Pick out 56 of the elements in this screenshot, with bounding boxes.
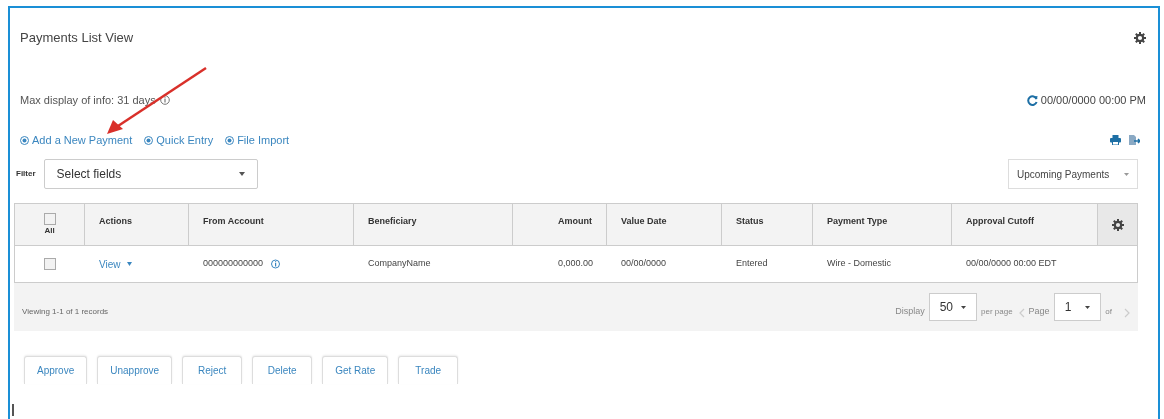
page-title: Payments List View [20, 29, 134, 48]
column-header: Beneficiary [368, 215, 417, 228]
column-settings-icon[interactable] [1111, 218, 1124, 231]
action-button[interactable]: Unapprove [97, 356, 173, 384]
column-header: Amount [558, 215, 592, 228]
action-button[interactable]: Get Rate [322, 356, 389, 384]
info-icon[interactable] [271, 259, 281, 269]
action-button[interactable]: Approve [24, 356, 88, 384]
export-icon[interactable] [1129, 135, 1140, 145]
page-select[interactable]: 1 [1053, 293, 1102, 321]
filter-select[interactable]: Select fields [43, 159, 258, 189]
caret-icon [1085, 305, 1091, 309]
record-count: Viewing 1-1 of 1 records [22, 306, 109, 318]
view-select[interactable]: Upcoming Payments [1008, 159, 1138, 189]
action-link[interactable]: File Import [225, 131, 290, 149]
table-cell: Wire - Domestic [827, 257, 891, 271]
action-button[interactable]: Reject [182, 356, 243, 384]
column-header: Payment Type [827, 215, 888, 228]
text-cursor [12, 404, 14, 416]
print-icon[interactable] [1110, 135, 1121, 145]
action-link[interactable]: Add a New Payment [20, 131, 133, 149]
display-label: Display [895, 304, 925, 318]
caret-icon [238, 172, 245, 176]
table-cell: CompanyName [368, 257, 431, 271]
column-header: Approval Cutoff [966, 215, 1034, 228]
column-header: From Account [203, 215, 264, 228]
settings-icon[interactable] [1134, 32, 1146, 44]
add-circle-icon [20, 135, 29, 145]
view-menu-link[interactable]: View [99, 256, 132, 272]
caret-icon [1124, 172, 1129, 176]
action-button[interactable]: Trade [398, 356, 459, 384]
filter-label: Filter [16, 168, 36, 180]
table-cell: 0,000.00 [557, 257, 593, 271]
table-cell: Entered [736, 257, 768, 271]
caret-icon [126, 262, 132, 266]
page-size-select[interactable]: 50 [928, 293, 977, 321]
select-all-label: All [44, 224, 55, 237]
action-button[interactable]: Delete [252, 356, 313, 384]
column-header: Value Date [621, 215, 667, 228]
add-circle-icon [144, 135, 154, 145]
column-header: Actions [99, 215, 132, 228]
table-cell: 00/00/0000 [621, 257, 667, 271]
page-label: Page [1028, 304, 1050, 318]
select-all-checkbox[interactable] [43, 212, 56, 225]
of-label: of [1105, 306, 1112, 318]
last-refresh-time: 00/00/0000 00:00 PM [1040, 92, 1146, 108]
column-header: Status [736, 215, 764, 228]
table-cell: 00/00/0000 00:00 EDT [966, 257, 1057, 271]
refresh-icon[interactable] [1026, 94, 1038, 106]
action-link[interactable]: Quick Entry [144, 131, 214, 149]
row-checkbox[interactable] [44, 258, 56, 270]
per-page-label: per page [981, 306, 1013, 318]
info-icon [159, 95, 170, 105]
caret-icon [961, 305, 966, 309]
table-cell: 000000000000 [203, 257, 264, 271]
add-circle-icon [225, 135, 235, 145]
